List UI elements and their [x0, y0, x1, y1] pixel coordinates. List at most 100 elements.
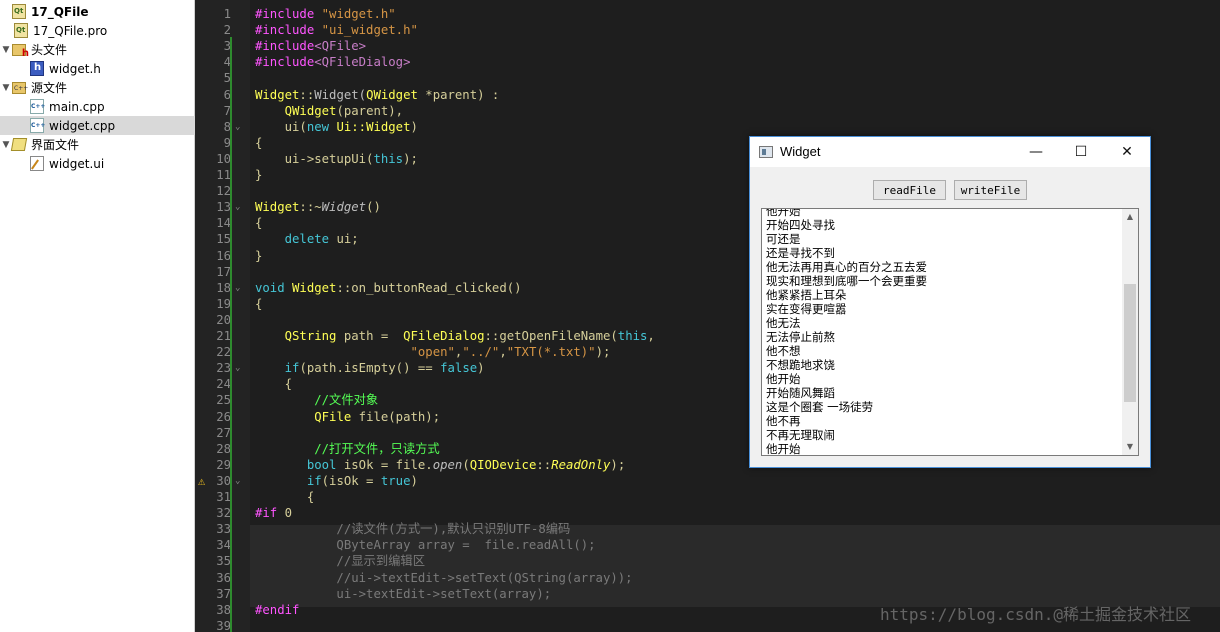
text-line: 无法停止前熬: [766, 330, 835, 344]
line-number: 3: [223, 39, 231, 54]
scroll-up-arrow-icon[interactable]: ▲: [1122, 209, 1138, 225]
fold-marker-icon[interactable]: ⌄: [235, 199, 245, 215]
code-line: 8 ⌄ ui(new Ui::Widget): [195, 119, 1220, 135]
fold-marker-icon[interactable]: ⌄: [235, 119, 245, 135]
code-text: Widget::Widget(QWidget *parent) :: [255, 87, 500, 102]
qt-project-icon: [12, 4, 26, 19]
write-file-button[interactable]: writeFile: [954, 180, 1027, 200]
code-text: ui(new Ui::Widget): [255, 119, 418, 134]
header-file-icon: [30, 61, 44, 76]
line-number: 6: [223, 87, 231, 102]
fold-marker-icon[interactable]: ⌄: [235, 473, 245, 489]
expand-arrow-icon[interactable]: ▼: [0, 140, 12, 150]
code-text: {: [255, 216, 263, 231]
code-text: {: [255, 377, 293, 392]
pro-file-icon: [14, 23, 28, 38]
tree-item[interactable]: ▼ 头文件: [0, 40, 195, 59]
tree-item[interactable]: 17_QFile.pro: [0, 21, 195, 40]
code-text: #include<QFile>: [255, 39, 367, 54]
code-text: QFile file(path);: [314, 409, 441, 424]
code-text: QWidget(parent),: [284, 103, 404, 118]
code-text: bool isOk = file.open(QIODevice::ReadOnl…: [306, 457, 626, 472]
tree-item[interactable]: widget.ui: [0, 154, 195, 173]
line-number: 18: [216, 280, 231, 295]
code-line: 6 Widget::Widget(QWidget *parent) :: [195, 87, 1220, 103]
change-indicator-bar: [230, 37, 232, 632]
code-text: delete ui;: [284, 232, 359, 247]
minimize-button[interactable]: —: [1013, 137, 1059, 167]
line-number: 37: [216, 586, 231, 601]
line-number: 9: [223, 135, 231, 150]
line-number: 31: [216, 490, 231, 504]
code-line: 32 #if 0: [195, 505, 1220, 521]
forms-folder-icon: [10, 138, 28, 151]
line-number: 19: [216, 296, 231, 311]
tree-item-label: 17_QFile: [31, 4, 89, 19]
code-text: if(path.isEmpty() == false): [284, 361, 485, 376]
vertical-scrollbar[interactable]: ▲ ▼: [1122, 209, 1138, 455]
line-number: 11: [216, 168, 231, 182]
cpp-file-icon: [30, 99, 45, 114]
line-number: 10: [216, 151, 231, 166]
text-line: 不再无理取闹: [766, 428, 835, 442]
text-line: 开始四处寻找: [766, 218, 835, 232]
fold-marker-icon[interactable]: ⌄: [235, 360, 245, 376]
expand-arrow-icon[interactable]: ▼: [0, 45, 12, 55]
text-edit[interactable]: 他开始 开始四处寻找 可还是 还是寻找不到 他无法再用真心的百分之五去爱 现实和理想到底哪…: [761, 208, 1139, 456]
code-text: #include "ui_widget.h": [255, 23, 418, 38]
line-number: 27: [216, 425, 231, 440]
code-line: 33 //读文件(方式一),默认只识别UTF-8编码: [195, 521, 1220, 537]
code-text: }: [255, 168, 263, 182]
line-number: 8: [223, 119, 231, 134]
watermark: https://blog.csdn.@稀土掘金技术社区: [880, 605, 1192, 624]
code-line: 2 #include "ui_widget.h": [195, 22, 1220, 38]
text-line: 他开始: [766, 208, 801, 218]
line-number: 5: [223, 71, 231, 86]
line-number: 34: [216, 538, 231, 553]
tree-item[interactable]: widget.cpp: [0, 116, 195, 135]
app-window-icon: [759, 146, 773, 158]
code-text: QByteArray array = file.readAll();: [255, 538, 596, 553]
widget-window[interactable]: Widget — ☐ ✕ readFile writeFile 他开始 开始四处寻…: [749, 136, 1151, 468]
code-text: //打开文件，只读方式: [314, 441, 440, 456]
line-number: 21: [216, 329, 231, 343]
code-text: void Widget::on_buttonRead_clicked(): [255, 280, 522, 295]
tree-item[interactable]: 17_QFile: [0, 2, 195, 21]
fold-marker-icon[interactable]: ⌄: [235, 280, 245, 296]
code-line: 1 #include "widget.h": [195, 6, 1220, 22]
line-number: 1: [223, 7, 231, 21]
project-tree: 17_QFile 17_QFile.pro ▼ 头文件 widget.h ▼ 源文件 main…: [0, 0, 195, 632]
tree-item[interactable]: widget.h: [0, 59, 195, 78]
text-line: 他无法再用真心的百分之五去爱: [766, 260, 927, 274]
line-number: 7: [223, 103, 231, 118]
tree-item-label: 源文件: [31, 81, 68, 95]
expand-arrow-icon[interactable]: ▼: [0, 83, 12, 93]
tree-item[interactable]: main.cpp: [0, 97, 195, 116]
window-titlebar[interactable]: Widget — ☐ ✕: [750, 137, 1150, 167]
tree-item[interactable]: ▼ 界面文件: [0, 135, 195, 154]
close-button[interactable]: ✕: [1104, 137, 1150, 167]
text-line: 他不再: [766, 414, 801, 428]
line-number: 30: [216, 473, 231, 488]
text-line: 不想跪地求饶: [766, 358, 835, 372]
maximize-button[interactable]: ☐: [1058, 137, 1104, 167]
line-number: 4: [223, 55, 231, 70]
line-number: 23: [216, 361, 231, 376]
scrollbar-thumb[interactable]: [1124, 284, 1136, 402]
line-number: 17: [216, 264, 231, 279]
line-number: 12: [216, 184, 231, 199]
line-number: 39: [216, 618, 231, 632]
code-text: {: [255, 296, 263, 311]
tree-item-label: 界面文件: [31, 138, 80, 152]
scroll-down-arrow-icon[interactable]: ▼: [1122, 439, 1138, 455]
line-number: 33: [216, 522, 231, 537]
text-line: 还是寻找不到: [766, 246, 835, 260]
tree-item-label: widget.h: [49, 61, 101, 76]
read-file-button[interactable]: readFile: [873, 180, 946, 200]
line-number: 25: [216, 393, 231, 408]
text-line: 他开始: [766, 442, 801, 456]
line-number: 20: [216, 312, 231, 327]
tree-item[interactable]: ▼ 源文件: [0, 78, 195, 97]
ui-file-icon: [30, 156, 44, 171]
text-line: 他紧紧捂上耳朵: [766, 288, 847, 302]
